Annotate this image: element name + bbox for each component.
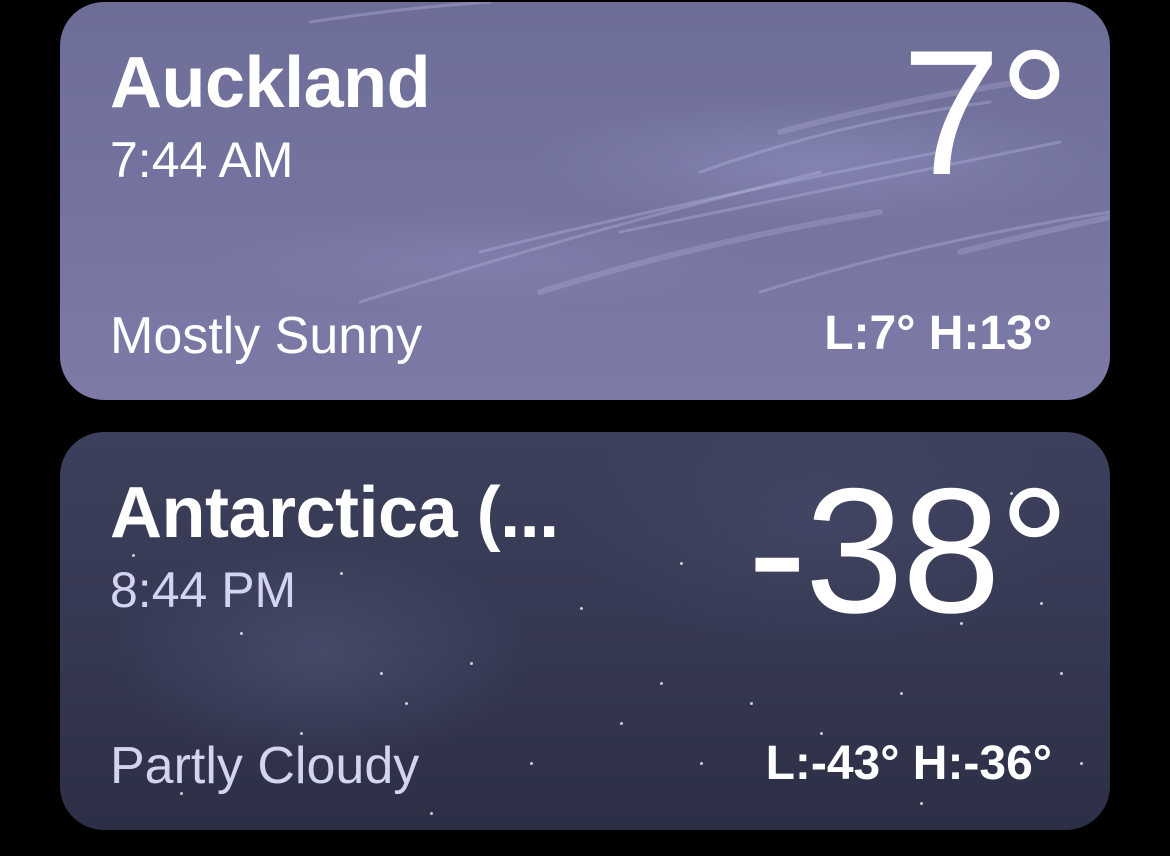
current-temperature: 7°: [901, 13, 1070, 212]
location-card-antarctica[interactable]: Antarctica (... 8:44 PM -38° Partly Clou…: [60, 432, 1110, 830]
star-dot: [1080, 762, 1083, 765]
weather-condition: Mostly Sunny: [110, 307, 423, 365]
star-dot: [660, 682, 663, 685]
star-dot: [580, 607, 583, 610]
star-dot: [1060, 672, 1063, 675]
star-dot: [750, 702, 753, 705]
star-dot: [340, 572, 343, 575]
local-time: 8:44 PM: [110, 562, 297, 618]
star-dot: [700, 762, 703, 765]
star-dot: [405, 702, 408, 705]
current-temperature: -38°: [747, 451, 1070, 650]
location-card-auckland[interactable]: Auckland 7:44 AM 7° Mostly Sunny L:7° H:…: [60, 2, 1110, 400]
star-dot: [900, 692, 903, 695]
star-dot: [430, 812, 433, 815]
star-dot: [920, 802, 923, 805]
city-name: Antarctica (...: [110, 473, 559, 553]
weather-condition: Partly Cloudy: [110, 737, 420, 795]
star-dot: [680, 562, 683, 565]
low-high-temperature: L:-43° H:-36°: [765, 737, 1052, 790]
star-dot: [820, 732, 823, 735]
star-dot: [132, 554, 135, 557]
city-name: Auckland: [110, 43, 431, 123]
star-dot: [300, 732, 303, 735]
star-dot: [240, 632, 243, 635]
local-time: 7:44 AM: [110, 132, 294, 188]
star-dot: [380, 672, 383, 675]
weather-location-list: Auckland 7:44 AM 7° Mostly Sunny L:7° H:…: [0, 0, 1170, 856]
low-high-temperature: L:7° H:13°: [824, 307, 1052, 360]
star-dot: [620, 722, 623, 725]
star-dot: [530, 762, 533, 765]
star-dot: [470, 662, 473, 665]
